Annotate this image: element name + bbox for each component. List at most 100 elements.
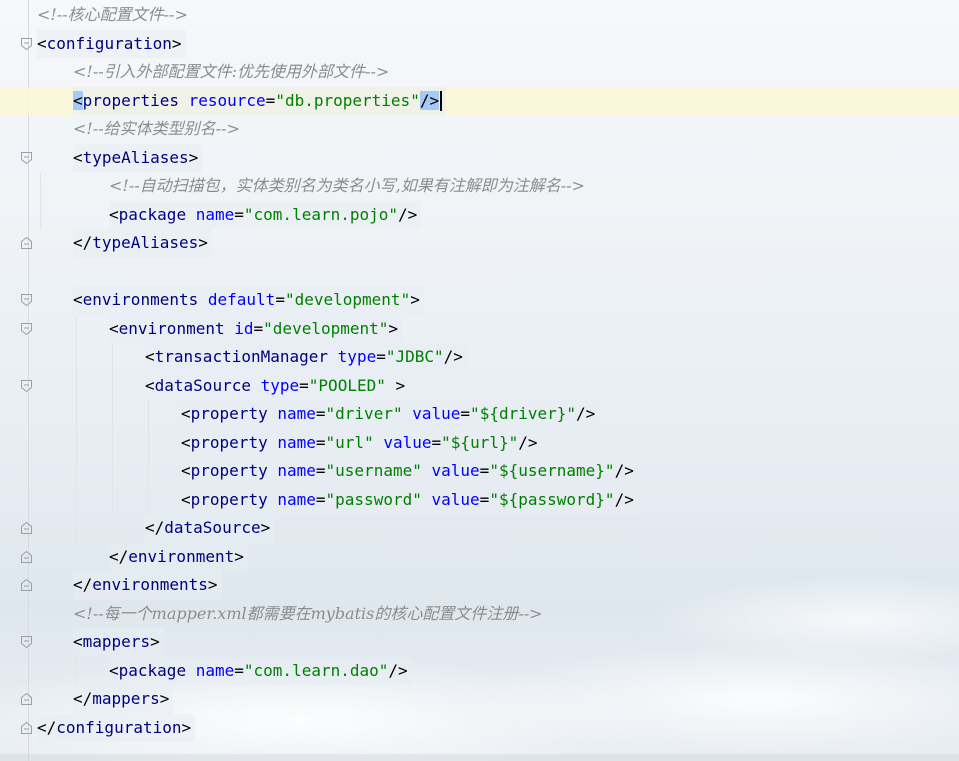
xml-tag[interactable]: </environments> xyxy=(73,571,222,600)
code-line[interactable]: <property name="driver" value="${driver}… xyxy=(0,400,959,429)
tag-bracket: < xyxy=(145,375,155,395)
attribute-quote: " xyxy=(284,290,295,309)
xml-tag[interactable]: <property name="username" value="${usern… xyxy=(181,457,638,486)
xml-tag[interactable]: <property name="driver" value="${driver}… xyxy=(181,400,600,429)
xml-tag[interactable]: </mappers> xyxy=(73,685,174,714)
attribute-equals: = xyxy=(234,204,244,224)
code-line[interactable] xyxy=(0,258,959,287)
xml-tag[interactable]: </dataSource> xyxy=(145,514,275,543)
xml-tag[interactable]: </configuration> xyxy=(37,713,196,742)
code-line[interactable]: <!--引入外部配置文件:优先使用外部文件--> xyxy=(0,58,959,87)
xml-tag[interactable]: <typeAliases> xyxy=(73,143,203,172)
code-line[interactable]: <!--核心配置文件--> xyxy=(0,1,959,30)
xml-tag[interactable]: <package name="com.learn.pojo"/> xyxy=(109,200,422,229)
tag-bracket: > xyxy=(188,147,199,167)
attribute-quote: " xyxy=(410,90,420,110)
attribute-quote: " xyxy=(378,318,389,338)
attribute-name: value xyxy=(383,432,432,452)
code-line[interactable]: <package name="com.learn.pojo"/> xyxy=(0,200,959,229)
xml-tag[interactable]: <environments default="development"> xyxy=(73,286,424,315)
tag-bracket: < xyxy=(73,90,83,110)
attribute-name: type xyxy=(337,347,377,366)
indent-guide xyxy=(76,314,77,543)
attribute-quote: " xyxy=(275,90,285,110)
fold-expanded-icon[interactable] xyxy=(20,635,33,649)
code-line[interactable]: <!--每一个mapper.xml都需要在mybatis的核心配置文件注册--> xyxy=(0,600,959,629)
code-line[interactable]: <property name="url" value="${url}"/> xyxy=(0,428,959,457)
fold-end-icon[interactable] xyxy=(20,578,33,592)
tag-name: properties xyxy=(82,90,179,110)
code-line[interactable]: <configuration> xyxy=(0,29,959,58)
attribute-quote: " xyxy=(325,432,336,452)
code-line[interactable]: <typeAliases> xyxy=(0,143,959,172)
code-line[interactable]: <transactionManager type="JDBC"/> xyxy=(0,343,959,372)
code-line[interactable]: </dataSource> xyxy=(0,514,959,543)
code-line[interactable]: <properties resource="db.properties"/> xyxy=(0,86,959,115)
xml-tag[interactable]: <property name="password" value="${passw… xyxy=(181,485,638,514)
xml-tag[interactable]: </typeAliases> xyxy=(73,229,212,258)
comment-text: <!--引入外部配置文件:优先使用外部文件--> xyxy=(73,62,390,81)
fold-expanded-icon[interactable] xyxy=(20,151,33,165)
tag-name: environment xyxy=(118,318,225,338)
xml-tag[interactable]: <property name="url" value="${url}"/> xyxy=(181,428,542,457)
attribute-value: ${username} xyxy=(498,461,605,480)
xml-tag[interactable]: <mappers> xyxy=(73,628,164,657)
xml-tag[interactable]: <dataSource type="POOLED" > xyxy=(145,371,410,400)
fold-end-icon[interactable] xyxy=(20,236,33,250)
code-line[interactable]: <dataSource type="POOLED" > xyxy=(0,371,959,400)
attribute-name: default xyxy=(207,290,276,309)
attribute-value: url xyxy=(335,432,365,452)
code-line[interactable]: <property name="password" value="${passw… xyxy=(0,485,959,514)
fold-expanded-icon[interactable] xyxy=(20,322,33,336)
fold-end-icon[interactable] xyxy=(20,692,33,706)
code-line[interactable]: </mappers> xyxy=(0,685,959,714)
attribute-quote: " xyxy=(604,489,615,509)
fold-expanded-icon[interactable] xyxy=(20,293,33,307)
code-line[interactable]: </environment> xyxy=(0,542,959,571)
code-line[interactable]: <environment id="development"> xyxy=(0,314,959,343)
code-line[interactable]: </typeAliases> xyxy=(0,229,959,258)
fold-expanded-icon[interactable] xyxy=(20,379,33,393)
tag-bracket: < xyxy=(109,318,119,338)
fold-end-icon[interactable] xyxy=(20,521,33,535)
fold-expanded-icon[interactable] xyxy=(20,37,33,51)
xml-comment[interactable]: <!--引入外部配置文件:优先使用外部文件--> xyxy=(73,58,393,87)
xml-tag[interactable]: <environment id="development"> xyxy=(109,314,403,343)
code-line[interactable]: <property name="username" value="${usern… xyxy=(0,457,959,486)
code-editor[interactable]: <!--核心配置文件--> <configuration> <!--引入外部配置文件… xyxy=(0,0,959,761)
attribute-equals: = xyxy=(376,347,386,366)
tag-bracket: </ xyxy=(145,518,165,537)
attribute-name: name xyxy=(277,404,316,423)
tag-bracket: < xyxy=(109,660,119,680)
code-line[interactable]: </environments> xyxy=(0,571,959,600)
xml-tag[interactable]: <transactionManager type="JDBC"/> xyxy=(145,343,467,372)
xml-tag[interactable]: <package name="com.learn.dao"/> xyxy=(109,656,412,685)
attribute-equals: = xyxy=(315,461,326,480)
fold-end-icon[interactable] xyxy=(20,721,33,735)
code-line[interactable]: </configuration> xyxy=(0,713,959,742)
xml-comment[interactable]: <!--给实体类型别名--> xyxy=(73,115,244,144)
fold-end-icon[interactable] xyxy=(20,550,33,564)
attribute-value: JDBC xyxy=(395,347,435,366)
xml-comment[interactable]: <!--每一个mapper.xml都需要在mybatis的核心配置文件注册--> xyxy=(73,600,547,629)
code-line[interactable]: <!--给实体类型别名--> xyxy=(0,115,959,144)
attribute-value: development xyxy=(272,318,379,338)
code-line[interactable]: <mappers> xyxy=(0,628,959,657)
code-line[interactable]: <package name="com.learn.dao"/> xyxy=(0,656,959,685)
xml-tag[interactable]: <configuration> xyxy=(37,29,186,58)
code-line[interactable]: <!--自动扫描包，实体类别名为类名小写,如果有注解即为注解名--> xyxy=(0,172,959,201)
xml-tag[interactable]: </environment> xyxy=(109,542,248,571)
horizontal-scrollbar[interactable] xyxy=(0,754,959,761)
tag-name: package xyxy=(118,660,187,680)
attribute-value: ${driver} xyxy=(479,404,567,423)
xml-comment[interactable]: <!--核心配置文件--> xyxy=(37,1,192,30)
xml-comment[interactable]: <!--自动扫描包，实体类别名为类名小写,如果有注解即为注解名--> xyxy=(109,172,589,201)
tag-bracket: </ xyxy=(73,233,93,252)
attribute-quote: " xyxy=(376,375,386,395)
code-line[interactable]: <environments default="development"> xyxy=(0,286,959,315)
tag-bracket: < xyxy=(181,461,191,480)
tag-name: typeAliases xyxy=(82,147,189,167)
attribute-quote: " xyxy=(400,290,411,309)
xml-tag[interactable]: <properties resource="db.properties"/> xyxy=(73,86,447,115)
indent-guide xyxy=(112,343,113,514)
